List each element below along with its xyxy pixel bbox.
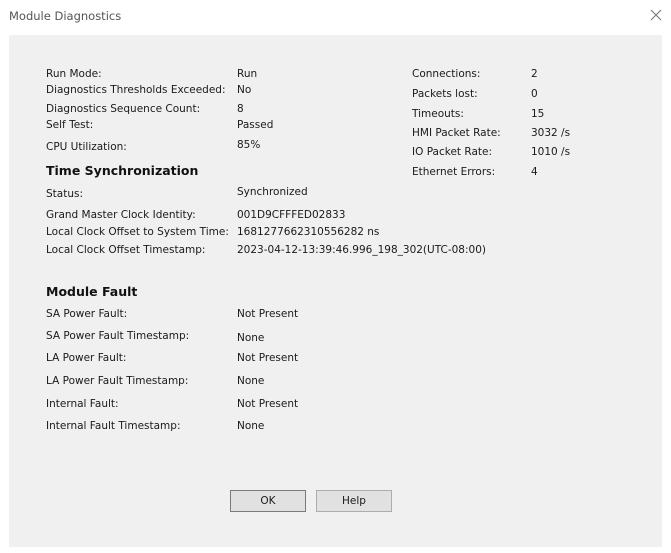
- la-power-fault-timestamp-label: LA Power Fault Timestamp:: [46, 375, 189, 387]
- sa-power-fault-value: Not Present: [237, 308, 299, 320]
- self-test-label: Self Test:: [46, 119, 94, 131]
- module-fault-heading: Module Fault: [46, 284, 138, 299]
- clock-offset-timestamp-label: Local Clock Offset Timestamp:: [46, 244, 206, 256]
- internal-fault-timestamp-label: Internal Fault Timestamp:: [46, 420, 181, 432]
- timeouts-label: Timeouts:: [412, 108, 464, 120]
- sync-status-value: Synchronized: [237, 186, 308, 198]
- packets-lost-label: Packets lost:: [412, 88, 478, 100]
- la-power-fault-timestamp-value: None: [237, 375, 265, 387]
- packets-lost-value: 0: [531, 88, 538, 100]
- sa-power-fault-label: SA Power Fault:: [46, 308, 128, 320]
- sa-power-fault-timestamp-value: None: [237, 332, 265, 344]
- clock-offset-value: 1681277662310556282 ns: [237, 226, 380, 238]
- io-packet-rate-value: 1010 /s: [531, 146, 571, 158]
- content-panel: Run Mode: Run Diagnostics Thresholds Exc…: [9, 35, 662, 547]
- ethernet-errors-value: 4: [531, 166, 538, 178]
- thresholds-exceeded-label: Diagnostics Thresholds Exceeded:: [46, 84, 226, 96]
- internal-fault-value: Not Present: [237, 398, 299, 410]
- internal-fault-timestamp-value: None: [237, 420, 265, 432]
- run-mode-value: Run: [237, 68, 258, 80]
- cpu-utilization-value: 85%: [237, 139, 261, 151]
- la-power-fault-label: LA Power Fault:: [46, 352, 127, 364]
- run-mode-label: Run Mode:: [46, 68, 102, 80]
- sequence-count-label: Diagnostics Sequence Count:: [46, 103, 201, 115]
- time-sync-heading: Time Synchronization: [46, 163, 199, 178]
- clock-offset-label: Local Clock Offset to System Time:: [46, 226, 229, 238]
- title-bar: Module Diagnostics: [0, 0, 671, 34]
- window-title: Module Diagnostics: [9, 9, 122, 23]
- clock-offset-timestamp-value: 2023-04-12-13:39:46.996_198_302(UTC-08:0…: [237, 244, 486, 256]
- ok-button[interactable]: OK: [230, 490, 306, 512]
- sa-power-fault-timestamp-label: SA Power Fault Timestamp:: [46, 330, 190, 342]
- help-button[interactable]: Help: [316, 490, 392, 512]
- ethernet-errors-label: Ethernet Errors:: [412, 166, 496, 178]
- la-power-fault-value: Not Present: [237, 352, 299, 364]
- module-diagnostics-dialog: Module Diagnostics Run Mode: Run Diagnos…: [0, 0, 671, 553]
- hmi-packet-rate-value: 3032 /s: [531, 127, 571, 139]
- thresholds-exceeded-value: No: [237, 84, 252, 96]
- sync-status-label: Status:: [46, 188, 83, 200]
- self-test-value: Passed: [237, 119, 274, 131]
- grand-master-value: 001D9CFFFED02833: [237, 209, 346, 221]
- internal-fault-label: Internal Fault:: [46, 398, 119, 410]
- connections-value: 2: [531, 68, 538, 80]
- hmi-packet-rate-label: HMI Packet Rate:: [412, 127, 501, 139]
- io-packet-rate-label: IO Packet Rate:: [412, 146, 493, 158]
- sequence-count-value: 8: [237, 103, 244, 115]
- timeouts-value: 15: [531, 108, 545, 120]
- close-icon[interactable]: [647, 6, 665, 24]
- cpu-utilization-label: CPU Utilization:: [46, 141, 127, 153]
- connections-label: Connections:: [412, 68, 481, 80]
- grand-master-label: Grand Master Clock Identity:: [46, 209, 196, 221]
